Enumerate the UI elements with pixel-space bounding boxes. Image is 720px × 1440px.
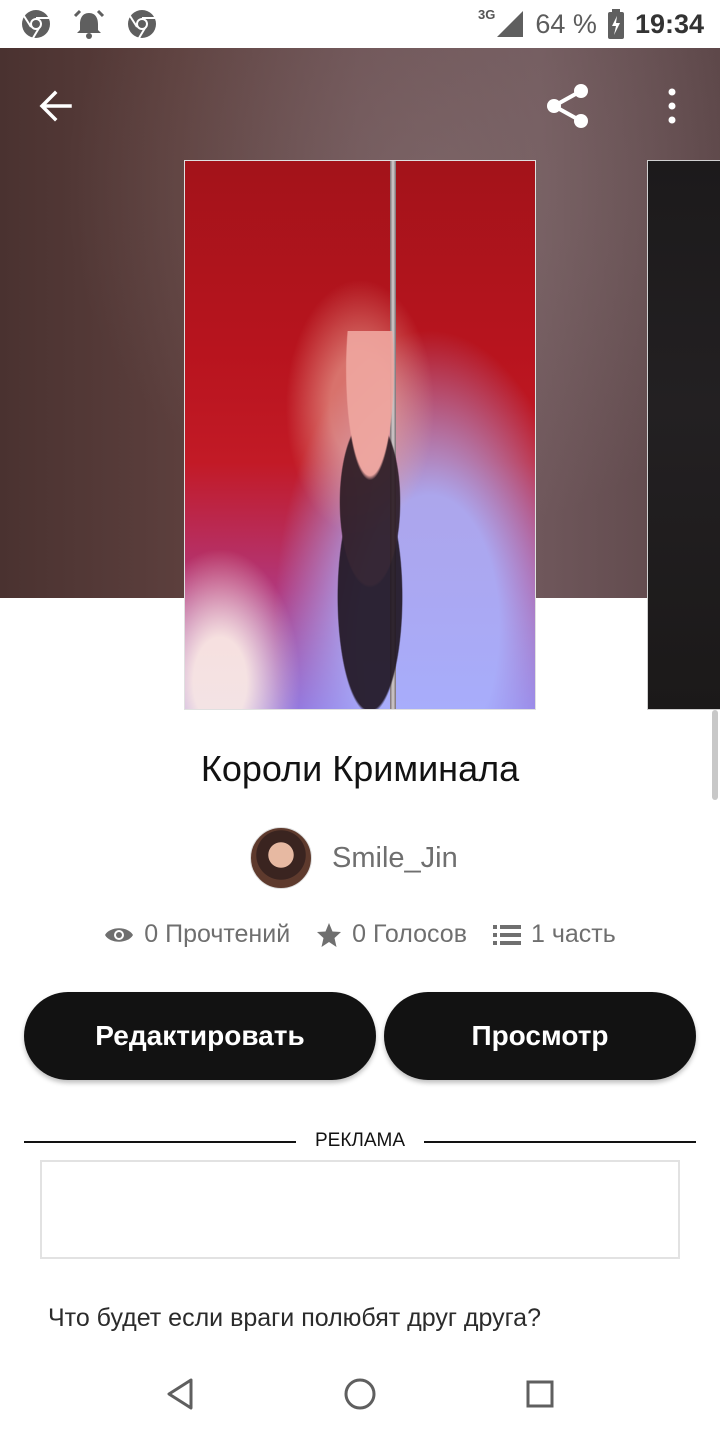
nav-back-button[interactable]: [156, 1372, 204, 1416]
battery-charging-icon: [607, 9, 624, 39]
eye-icon: [105, 927, 134, 942]
circle-home-icon: [344, 1378, 376, 1410]
cover-figure-graphic: [295, 331, 445, 709]
share-button[interactable]: [540, 78, 596, 134]
more-options-button[interactable]: [652, 80, 692, 132]
ad-banner[interactable]: [40, 1160, 680, 1259]
square-recents-icon: [526, 1380, 554, 1408]
signal-icon: [497, 11, 524, 37]
nav-recents-button[interactable]: [516, 1372, 564, 1416]
votes-count: 0 Голосов: [352, 920, 467, 948]
chrome-icon: [128, 10, 156, 39]
story-cover-image[interactable]: [184, 160, 536, 710]
chrome-icon: [22, 10, 50, 39]
parts-count: 1 часть: [530, 920, 616, 948]
author-name[interactable]: Smile_Jin: [332, 842, 458, 875]
network-type: 3G: [478, 6, 496, 22]
triangle-back-icon: [167, 1378, 193, 1410]
more-vertical-icon: [668, 88, 676, 124]
next-story-cover[interactable]: [647, 160, 720, 710]
author-link[interactable]: Smile_Jin: [250, 827, 458, 889]
votes-stat: 0 Голосов: [316, 920, 467, 949]
reads-count: 0 Прочтений: [144, 920, 291, 948]
arrow-left-icon: [39, 90, 72, 122]
view-button[interactable]: Просмотр: [384, 992, 696, 1080]
list-icon: [492, 924, 521, 945]
story-title: Короли Криминала: [200, 748, 520, 789]
clock: 19:34: [634, 8, 704, 39]
author-avatar[interactable]: [250, 827, 312, 889]
status-bar: 3G 64 % 19:34: [0, 0, 720, 48]
share-icon: [547, 84, 588, 128]
nav-home-button[interactable]: [336, 1372, 384, 1416]
story-stats: 0 Прочтений 0 Голосов 1 часть: [0, 920, 720, 949]
back-button[interactable]: [30, 80, 82, 132]
parts-stat: 1 часть: [492, 920, 616, 949]
star-icon: [317, 922, 342, 947]
ad-divider-left: [24, 1141, 296, 1143]
ad-label: РЕКЛАМА: [314, 1130, 406, 1151]
ad-divider-right: [424, 1141, 696, 1143]
edit-button[interactable]: Редактировать: [24, 992, 376, 1080]
alarm-icon: [73, 9, 105, 39]
story-description: Что будет если враги полюбят друг друга?: [48, 1304, 541, 1332]
battery-percent: 64 %: [535, 8, 597, 39]
system-navigation-bar: [0, 1350, 720, 1440]
reads-stat: 0 Прочтений: [104, 920, 290, 949]
